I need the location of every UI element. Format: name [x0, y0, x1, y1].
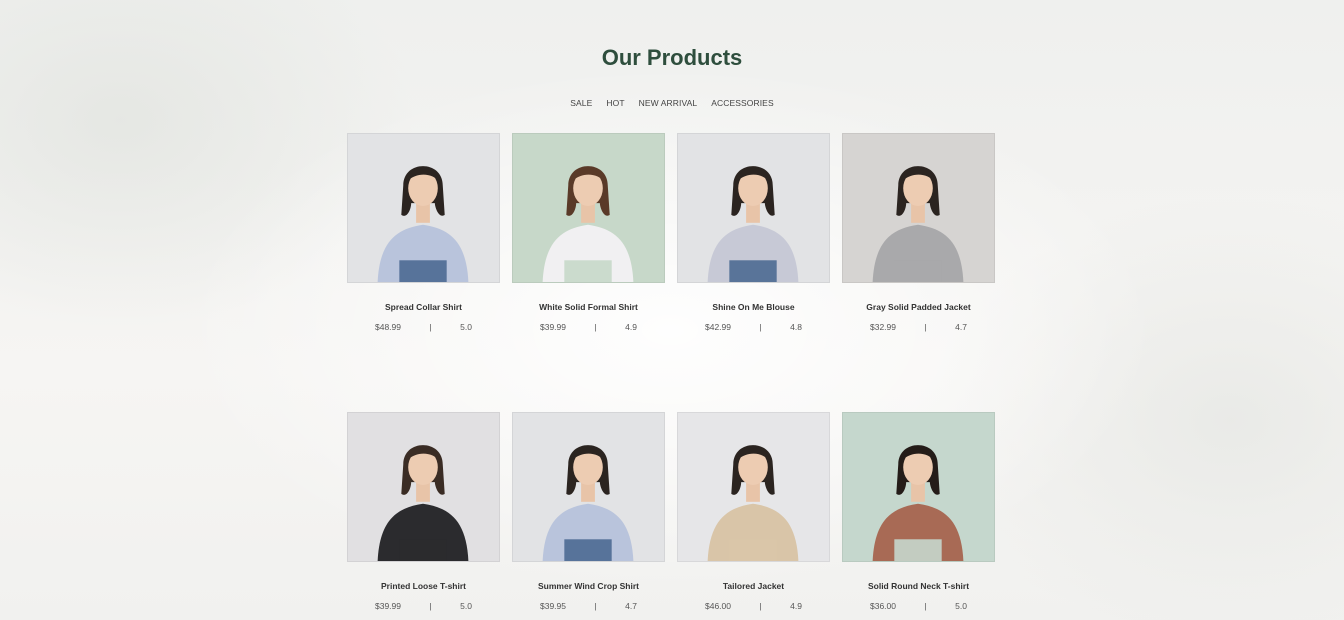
product-price: $39.99 — [375, 601, 401, 611]
product-card[interactable]: Shine On Me Blouse $42.99 | 4.8 — [677, 133, 830, 332]
product-price: $39.99 — [540, 322, 566, 332]
model-figure — [542, 445, 634, 561]
product-image[interactable] — [677, 412, 830, 562]
product-meta: $46.00 | 4.9 — [677, 601, 830, 611]
product-card[interactable]: Solid Round Neck T-shirt $36.00 | 5.0 — [842, 412, 995, 611]
tab-hot[interactable]: HOT — [606, 98, 624, 108]
product-card[interactable]: Gray Solid Padded Jacket $32.99 | 4.7 — [842, 133, 995, 332]
product-meta: $36.00 | 5.0 — [842, 601, 995, 611]
product-price: $48.99 — [375, 322, 401, 332]
meta-separator: | — [429, 322, 432, 332]
category-tabs: SALE HOT NEW ARRIVAL ACCESSORIES — [0, 98, 1344, 108]
product-rating: 5.0 — [460, 601, 472, 611]
product-rating: 5.0 — [955, 601, 967, 611]
product-meta: $48.99 | 5.0 — [347, 322, 500, 332]
meta-separator: | — [594, 601, 597, 611]
product-price: $32.99 — [870, 322, 896, 332]
product-meta: $39.99 | 5.0 — [347, 601, 500, 611]
meta-separator: | — [759, 601, 762, 611]
model-figure — [377, 445, 469, 561]
product-price: $39.95 — [540, 601, 566, 611]
model-figure — [872, 166, 964, 282]
product-meta: $42.99 | 4.8 — [677, 322, 830, 332]
product-rating: 4.8 — [790, 322, 802, 332]
product-image[interactable] — [347, 133, 500, 283]
product-image[interactable] — [842, 412, 995, 562]
model-figure — [872, 445, 964, 561]
product-name[interactable]: Shine On Me Blouse — [677, 302, 830, 312]
product-rating: 4.7 — [955, 322, 967, 332]
model-figure — [707, 445, 799, 561]
model-figure — [542, 166, 634, 282]
product-name[interactable]: Summer Wind Crop Shirt — [512, 581, 665, 591]
meta-separator: | — [924, 322, 927, 332]
tab-sale[interactable]: SALE — [570, 98, 592, 108]
product-card[interactable]: Summer Wind Crop Shirt $39.95 | 4.7 — [512, 412, 665, 611]
product-image[interactable] — [347, 412, 500, 562]
model-figure — [707, 166, 799, 282]
product-meta: $32.99 | 4.7 — [842, 322, 995, 332]
tab-new-arrival[interactable]: NEW ARRIVAL — [639, 98, 698, 108]
product-card[interactable]: Spread Collar Shirt $48.99 | 5.0 — [347, 133, 500, 332]
product-rating: 4.9 — [625, 322, 637, 332]
product-price: $46.00 — [705, 601, 731, 611]
model-figure — [377, 166, 469, 282]
meta-separator: | — [924, 601, 927, 611]
product-meta: $39.95 | 4.7 — [512, 601, 665, 611]
product-card[interactable]: White Solid Formal Shirt $39.99 | 4.9 — [512, 133, 665, 332]
product-image[interactable] — [842, 133, 995, 283]
product-image[interactable] — [512, 133, 665, 283]
product-rating: 4.9 — [790, 601, 802, 611]
meta-separator: | — [429, 601, 432, 611]
meta-separator: | — [594, 322, 597, 332]
product-price: $36.00 — [870, 601, 896, 611]
product-name[interactable]: Printed Loose T-shirt — [347, 581, 500, 591]
product-name[interactable]: Spread Collar Shirt — [347, 302, 500, 312]
product-card[interactable]: Tailored Jacket $46.00 | 4.9 — [677, 412, 830, 611]
product-name[interactable]: Tailored Jacket — [677, 581, 830, 591]
product-image[interactable] — [677, 133, 830, 283]
product-card[interactable]: Printed Loose T-shirt $39.99 | 5.0 — [347, 412, 500, 611]
product-price: $42.99 — [705, 322, 731, 332]
product-meta: $39.99 | 4.9 — [512, 322, 665, 332]
product-grid: Spread Collar Shirt $48.99 | 5.0 White Solid… — [347, 133, 995, 611]
product-name[interactable]: Solid Round Neck T-shirt — [842, 581, 995, 591]
tab-accessories[interactable]: ACCESSORIES — [711, 98, 774, 108]
product-rating: 5.0 — [460, 322, 472, 332]
product-name[interactable]: Gray Solid Padded Jacket — [842, 302, 995, 312]
product-image[interactable] — [512, 412, 665, 562]
section-title: Our Products — [601, 45, 743, 70]
product-rating: 4.7 — [625, 601, 637, 611]
product-name[interactable]: White Solid Formal Shirt — [512, 302, 665, 312]
meta-separator: | — [759, 322, 762, 332]
